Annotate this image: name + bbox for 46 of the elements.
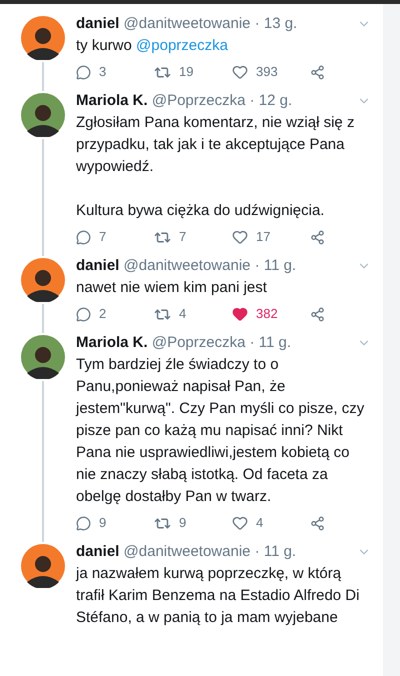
reply-icon[interactable] bbox=[76, 516, 91, 530]
reply-icon[interactable] bbox=[76, 230, 91, 244]
tweet-time: · 12 g. bbox=[250, 92, 292, 109]
tweet-text: nawet nie wiem kim pani jest bbox=[76, 278, 268, 298]
like-count: 17 bbox=[256, 228, 270, 246]
reply-icon[interactable] bbox=[76, 306, 91, 322]
author-handle: @danitweetowanie bbox=[124, 257, 251, 274]
tweet-text: Zgłosiłam Pana komentarz, nie wziął się z przypadku, tak jak i te akceptujące Pana wypowiedź. bbox=[76, 113, 356, 177]
author-name: Mariola K. bbox=[76, 92, 148, 109]
author-handle: @danitweetowanie bbox=[124, 15, 251, 32]
reply-count: 7 bbox=[99, 228, 106, 246]
heart-icon[interactable] bbox=[232, 229, 248, 245]
heart-icon[interactable] bbox=[232, 64, 248, 80]
share-icon[interactable] bbox=[310, 306, 325, 322]
author-name: Mariola K. bbox=[76, 334, 148, 351]
retweet-count: 9 bbox=[179, 514, 186, 532]
reply-icon[interactable] bbox=[76, 64, 91, 80]
share-icon[interactable] bbox=[310, 64, 325, 80]
tweet-time: · 13 g. bbox=[254, 15, 298, 32]
tweet-time: · 11 g. bbox=[254, 543, 296, 560]
tweet-time: · 11 g. bbox=[254, 257, 296, 274]
author-name: daniel bbox=[76, 15, 120, 32]
retweet-count: 4 bbox=[179, 305, 186, 324]
author-handle: @Poprzeczka bbox=[152, 92, 246, 109]
author-handle: @danitweetowanie bbox=[124, 543, 251, 560]
share-icon[interactable] bbox=[310, 516, 325, 530]
tweet-text: Kultura bywa ciężka do udźwignięcia. bbox=[76, 201, 326, 221]
retweet-count: 19 bbox=[179, 63, 194, 82]
author-handle: @Poprzeczka bbox=[152, 334, 246, 351]
reply-count: 9 bbox=[99, 514, 106, 532]
tweet-text: ty kurwo @poprzeczka bbox=[76, 36, 229, 56]
like-count: 382 bbox=[256, 305, 278, 324]
heart-icon[interactable] bbox=[232, 515, 248, 531]
heart-icon[interactable] bbox=[232, 306, 248, 322]
retweet-count: 7 bbox=[179, 228, 186, 246]
tweet-time: · 11 g. bbox=[250, 334, 292, 351]
share-icon[interactable] bbox=[310, 230, 325, 244]
like-count: 4 bbox=[256, 514, 264, 532]
like-count: 393 bbox=[256, 63, 278, 82]
mention-link[interactable]: @poprzeczka bbox=[136, 37, 228, 54]
author-name: daniel bbox=[76, 543, 120, 560]
reply-count: 2 bbox=[99, 305, 106, 324]
author-name: daniel bbox=[76, 257, 120, 274]
reply-count: 3 bbox=[99, 63, 106, 82]
tweet-text: ja nazwałem kurwą poprzeczkę, w którą trafił Karim Benzema na Estadio Alfredo Di Stéfano, a w panią to ja mam wyjebane bbox=[76, 564, 360, 628]
tweet-text: Tym bardziej źle świadczy to o Panu,ponieważ napisał Pan, że jestem"kurwą". Czy Pan myśli co pisze, czy pisze pan co każą mu napisać inni? Nikt Pana nie usprawiedliwi,jestem kobietą co nie znaczy słabą istotką. Od faceta za obelgę dostałby Pan w twarz. bbox=[76, 355, 366, 507]
